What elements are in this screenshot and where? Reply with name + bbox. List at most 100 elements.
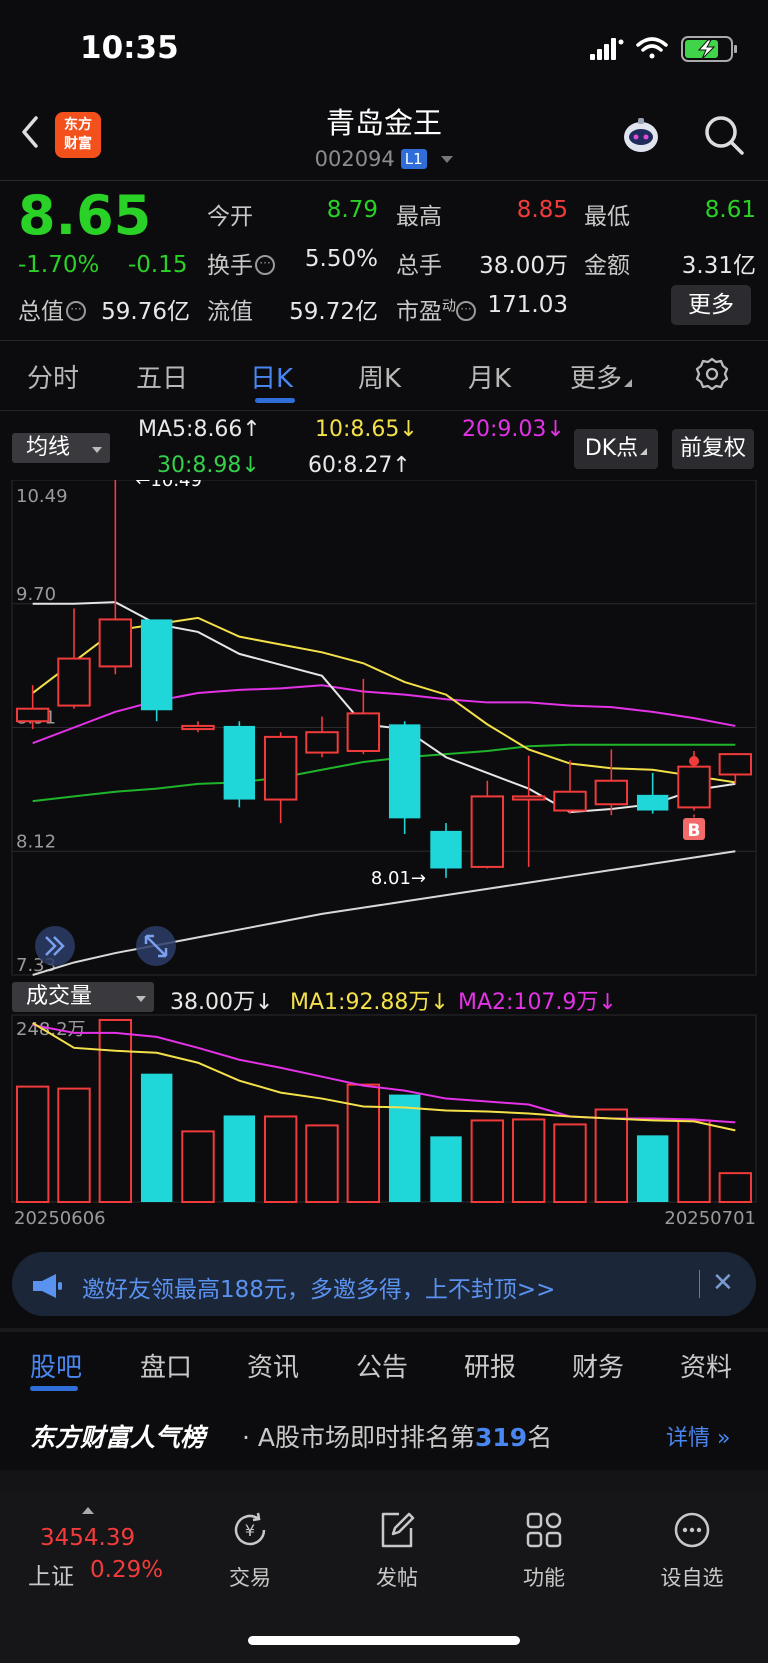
candle-body — [98, 618, 133, 668]
chevron-down-icon — [441, 156, 454, 163]
promo-banner-text[interactable]: 邀好友领最高188元，多邀多得，上不封顶>> — [82, 1270, 555, 1304]
ma60-value: 60:8.27↑ — [308, 453, 411, 478]
low-label: 最低 — [584, 204, 630, 230]
rank-number: 319 — [475, 1423, 528, 1452]
total-mv-label[interactable]: 总值 ··· — [18, 292, 86, 326]
candle — [511, 755, 546, 867]
divider — [0, 1328, 768, 1332]
candle — [305, 716, 339, 758]
index-up-arrow-icon — [82, 1507, 94, 1514]
more-dots-icon — [674, 1512, 710, 1548]
dk-point-button[interactable]: DK点 — [574, 429, 658, 469]
candle-body — [15, 707, 50, 723]
tab-research[interactable]: 研报 — [464, 1347, 516, 1384]
search-icon[interactable] — [702, 113, 746, 157]
divider — [0, 410, 768, 411]
tab-monthly-k[interactable]: 月K — [468, 358, 511, 395]
tab-daily-k[interactable]: 日K — [250, 358, 293, 395]
nav-trade-label: 交易 — [229, 1566, 271, 1590]
banner-divider — [699, 1270, 700, 1298]
volume-max-label: 248.2万 — [16, 1019, 86, 1040]
volume-ma-lines — [32, 1022, 736, 1132]
buy-signal-label: B — [688, 821, 701, 841]
volume-bar — [223, 1115, 256, 1202]
battery-icon — [681, 36, 737, 62]
candle-body — [594, 779, 629, 806]
tab-profile[interactable]: 资料 — [680, 1347, 732, 1384]
nav-watchlist[interactable]: 设自选 — [642, 1510, 742, 1592]
ai-robot-icon[interactable] — [618, 113, 664, 159]
info-icon: ··· — [255, 255, 275, 275]
dropdown-triangle-icon — [92, 447, 102, 453]
tab-intraday[interactable]: 分时 — [27, 358, 79, 395]
edit-icon — [381, 1512, 415, 1548]
pe-label[interactable]: 市盈动 ··· — [396, 292, 476, 326]
end-date-label: 20250701 — [664, 1208, 756, 1229]
level-badge: L1 — [400, 149, 427, 169]
index-value[interactable]: 3454.39 — [40, 1525, 135, 1551]
more-button[interactable]: 更多 — [671, 285, 751, 325]
tab-order-book[interactable]: 盘口 — [140, 1347, 192, 1384]
tab-weekly-k[interactable]: 周K — [358, 358, 401, 395]
candle-body — [718, 753, 753, 776]
candle-body — [430, 830, 462, 869]
candle-body — [223, 725, 256, 800]
tab-financials[interactable]: 财务 — [572, 1347, 624, 1384]
cellular-icon — [590, 38, 624, 60]
pe-label-text: 市盈 — [396, 299, 442, 325]
change-amount: -0.15 — [128, 252, 188, 278]
svg-text:¥: ¥ — [245, 1521, 255, 1540]
tab-announcements[interactable]: 公告 — [356, 1347, 408, 1384]
volume-bar — [430, 1136, 462, 1202]
nav-post[interactable]: 发帖 — [347, 1510, 447, 1592]
ma30-line — [32, 743, 736, 803]
fullscreen-icon[interactable] — [136, 926, 176, 966]
volume-dropdown[interactable]: 成交量 — [12, 982, 154, 1012]
candle — [718, 753, 753, 784]
candles — [15, 480, 753, 878]
adjust-price-button[interactable]: 前复权 — [672, 429, 754, 469]
tab-more[interactable]: 更多 — [570, 358, 633, 395]
settings-gear-icon[interactable] — [694, 356, 730, 392]
index-change[interactable]: 0.29% — [90, 1557, 163, 1583]
yen-refresh-icon: ¥ — [234, 1512, 266, 1546]
ma20-value: 20:9.03↓ — [462, 417, 565, 442]
expand-left-icon[interactable] — [35, 926, 75, 966]
tab-news[interactable]: 资讯 — [247, 1347, 299, 1384]
current-price: 8.65 — [18, 184, 152, 247]
candle-body — [346, 712, 381, 752]
corner-triangle-icon — [624, 379, 633, 387]
float-mv-label: 流值 — [207, 299, 253, 325]
candle — [263, 732, 298, 824]
candle — [388, 721, 421, 835]
open-value: 8.79 — [326, 197, 378, 223]
home-indicator — [248, 1636, 520, 1645]
kline-chart[interactable]: 10.499.708.918.127.33 ←10.498.01→B 248.2… — [0, 480, 768, 1240]
tab-forum[interactable]: 股吧 — [30, 1347, 82, 1384]
indicator-dropdown[interactable]: 均线 — [12, 433, 110, 463]
amount-label: 金额 — [584, 253, 630, 279]
ma5-line — [32, 601, 736, 814]
volume-value: 38.00万 — [479, 253, 568, 279]
volume-bar — [57, 1087, 91, 1203]
nav-functions-label: 功能 — [523, 1566, 565, 1590]
status-icons — [590, 36, 737, 62]
grid-apps-icon — [526, 1512, 562, 1548]
amount-value: 3.31亿 — [681, 253, 756, 279]
rank-details-link[interactable]: 详情 » — [666, 1420, 730, 1452]
volume-dropdown-label: 成交量 — [26, 984, 93, 1009]
double-chevron-right-icon: » — [710, 1426, 731, 1451]
candle-body — [511, 795, 546, 801]
nav-trade[interactable]: ¥ 交易 — [200, 1510, 300, 1592]
volume-bar — [98, 1018, 133, 1203]
turnover-label[interactable]: 换手 ··· — [207, 246, 275, 280]
total-mv-label-text: 总值 — [18, 299, 64, 325]
nav-functions[interactable]: 功能 — [494, 1510, 594, 1592]
volume-bar — [181, 1130, 215, 1204]
index-name[interactable]: 上证 — [28, 1557, 74, 1591]
ma20-line — [32, 684, 736, 745]
pe-value: 171.03 — [487, 292, 568, 318]
tab-five-day[interactable]: 五日 — [136, 358, 188, 395]
rank-suffix: 名 — [527, 1423, 553, 1452]
close-icon[interactable]: ✕ — [712, 1268, 734, 1298]
